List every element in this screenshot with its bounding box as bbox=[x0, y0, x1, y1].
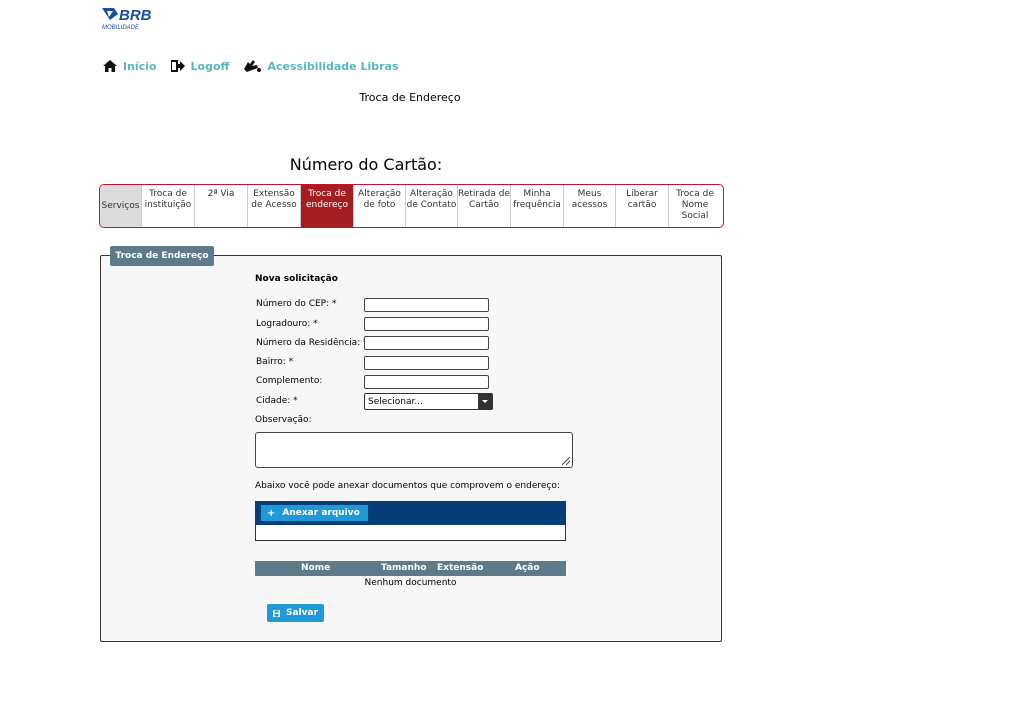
tab-meus-acessos[interactable]: Meus acessos bbox=[564, 185, 616, 227]
complement-input[interactable] bbox=[364, 375, 489, 389]
tab-troca-instituicao[interactable]: Troca de instituição bbox=[142, 185, 195, 227]
save-button[interactable]: Salvar bbox=[267, 604, 324, 622]
tab-label: Minha frequência bbox=[513, 189, 561, 210]
tab-label: Meus acessos bbox=[571, 189, 608, 210]
tab-label: Troca de endereço bbox=[306, 189, 348, 210]
house-number-label: Número da Residência: * bbox=[256, 338, 368, 348]
nav-logoff-link[interactable]: Logoff bbox=[170, 58, 230, 74]
column-header-extensao: Extensão bbox=[437, 563, 484, 573]
upload-toolbar: + Anexar arquivo bbox=[256, 502, 565, 525]
logo-brand-text: BRB bbox=[119, 7, 152, 24]
tab-troca-nome-social[interactable]: Troca de Nome Social bbox=[669, 185, 721, 227]
observation-textarea[interactable] bbox=[255, 432, 573, 468]
nav-home-link[interactable]: Início bbox=[102, 58, 157, 74]
nav-home-label: Início bbox=[123, 59, 157, 73]
column-header-nome: Nome bbox=[301, 563, 331, 573]
city-selected-value: Selecionar... bbox=[368, 396, 423, 407]
logo-subtitle-text: MOBILIDADE bbox=[102, 25, 140, 31]
form-legend: Troca de Endereço bbox=[110, 246, 214, 266]
plus-icon: + bbox=[267, 507, 276, 519]
tab-liberar-cartao[interactable]: Liberar cartão bbox=[616, 185, 669, 227]
tab-label: Troca de Nome Social bbox=[676, 189, 714, 221]
tab-label: Liberar cartão bbox=[626, 189, 658, 210]
service-tabs: Serviços Troca de instituição 2ª Via Ext… bbox=[99, 184, 724, 228]
tab-label: 2ª Via bbox=[207, 189, 235, 199]
tab-label: Alteração de Contato bbox=[406, 189, 457, 210]
street-input[interactable] bbox=[364, 317, 489, 331]
documents-empty-message: Nenhum documento bbox=[364, 578, 457, 588]
page-header: Troca de Endereço bbox=[359, 91, 461, 104]
district-input[interactable] bbox=[364, 356, 489, 370]
tab-segunda-via[interactable]: 2ª Via bbox=[195, 185, 248, 227]
attach-note: Abaixo você pode anexar documentos que c… bbox=[255, 481, 560, 491]
attach-file-button[interactable]: + Anexar arquivo bbox=[261, 505, 368, 521]
sign-language-icon bbox=[242, 58, 262, 74]
nav-accessibility-label: Acessibilidade Libras bbox=[267, 59, 399, 73]
nav-accessibility-link[interactable]: Acessibilidade Libras bbox=[242, 58, 399, 74]
tab-retirada-cartao[interactable]: Retirada de Cartão bbox=[458, 185, 511, 227]
attach-file-label: Anexar arquivo bbox=[282, 508, 360, 518]
tab-minha-frequencia[interactable]: Minha frequência bbox=[511, 185, 564, 227]
column-header-acao: Ação bbox=[515, 563, 540, 573]
cep-label: Número do CEP: * bbox=[256, 299, 337, 309]
nav-logoff-label: Logoff bbox=[190, 59, 230, 73]
house-number-input[interactable] bbox=[364, 336, 489, 350]
upload-area: + Anexar arquivo bbox=[255, 501, 566, 541]
card-number-label: Número do Cartão: bbox=[289, 155, 443, 174]
tab-label: Extensão de Acesso bbox=[251, 189, 297, 210]
tab-alteracao-foto[interactable]: Alteração de foto bbox=[354, 185, 406, 227]
tab-label: Troca de instituição bbox=[144, 189, 192, 210]
top-nav: Início Logoff Acessibilidade Libras bbox=[102, 58, 412, 74]
brb-logo: BRB MOBILIDADE bbox=[101, 5, 157, 31]
home-icon bbox=[102, 58, 118, 74]
tab-label: Retirada de Cartão bbox=[458, 189, 510, 210]
resize-grip-icon[interactable] bbox=[562, 457, 570, 465]
chevron-down-icon bbox=[478, 394, 492, 409]
city-select[interactable]: Selecionar... bbox=[364, 393, 493, 410]
district-label: Bairro: * bbox=[256, 357, 294, 367]
tab-troca-endereco[interactable]: Troca de endereço bbox=[301, 185, 354, 227]
logoff-icon bbox=[170, 58, 186, 74]
street-label: Logradouro: * bbox=[256, 319, 318, 329]
save-button-label: Salvar bbox=[285, 608, 319, 618]
tab-label: Serviços bbox=[101, 200, 140, 211]
column-header-tamanho: Tamanho bbox=[381, 563, 427, 573]
observation-label: Observação: bbox=[255, 415, 312, 425]
tab-extensao-acesso[interactable]: Extensão de Acesso bbox=[248, 185, 301, 227]
tab-servicos[interactable]: Serviços bbox=[100, 185, 142, 227]
tab-alteracao-contato[interactable]: Alteração de Contato bbox=[406, 185, 458, 227]
tab-label: Alteração de foto bbox=[358, 189, 401, 210]
documents-table-header: Nome Tamanho Extensão Ação bbox=[255, 561, 566, 576]
cep-input[interactable] bbox=[364, 298, 489, 312]
city-label: Cidade: * bbox=[256, 396, 298, 406]
complement-label: Complemento: bbox=[256, 376, 323, 386]
floppy-disk-icon bbox=[272, 609, 280, 617]
form-title: Nova solicitação bbox=[255, 274, 338, 284]
